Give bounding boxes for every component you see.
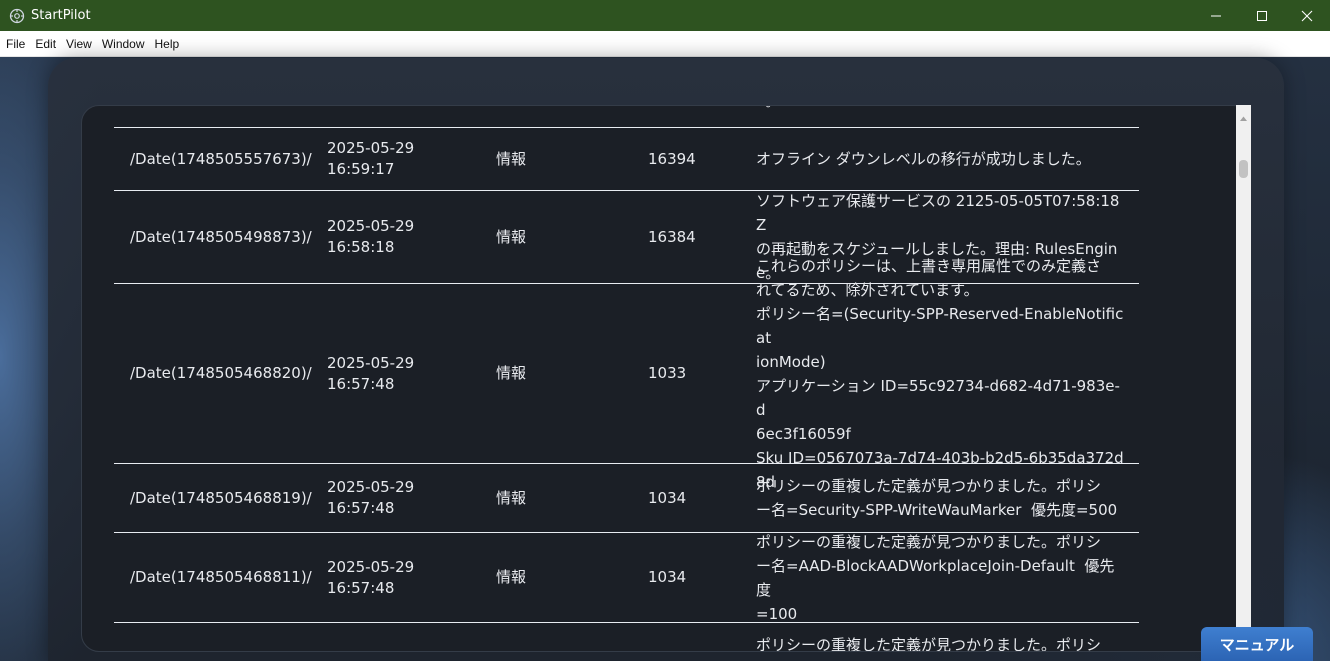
window-title: StartPilot [31,8,91,23]
maximize-button[interactable] [1239,0,1285,31]
date-cell: /Date(1748505498873)/ [130,227,312,246]
event-id-cell: 1034 [648,488,687,507]
menu-help[interactable]: Help [149,37,184,51]
level-cell: 情報 [496,149,527,168]
table-row[interactable]: ポリシーの重複した定義が見つかりました。ポリシ [114,623,1139,652]
message-cell: これらのポリシーは、上書き専用属性でのみ定義さ れてるため、除外されています。 … [756,256,1124,491]
message-cell: ポリシーの重複した定義が見つかりました。ポリシ ー名=AAD-BlockAADW… [756,532,1115,623]
gear-icon [9,8,25,24]
message-cell: ポリシーの重複した定義が見つかりました。ポリシ [756,636,1102,652]
level-cell: 情報 [496,227,527,246]
time-cell: 2025-05-29 16:57:48 [327,353,415,393]
event-log-container: e。 /Date(1748505557673)/ 2025-05-29 16:5… [81,105,1251,652]
date-cell: /Date(1748505557673)/ [130,149,312,168]
manual-button[interactable]: マニュアル [1201,627,1313,661]
time-cell: 2025-05-29 16:57:48 [327,478,415,517]
date-cell: /Date(1748505468811)/ [130,568,312,586]
level-cell: 情報 [496,488,527,507]
event-id-cell: 16394 [648,149,696,168]
minimize-button[interactable] [1193,0,1239,31]
time-cell: 2025-05-29 16:58:18 [327,217,415,256]
menu-bar: File Edit View Window Help [0,31,1330,57]
message-cell: e。 [756,106,1128,127]
table-row[interactable]: /Date(1748505468811)/ 2025-05-29 16:57:4… [114,533,1139,623]
menu-window[interactable]: Window [96,37,149,51]
date-cell: /Date(1748505468819)/ [130,488,312,507]
table-row: e。 [114,106,1139,128]
event-id-cell: 1033 [648,364,687,382]
vertical-scrollbar[interactable] [1236,105,1251,661]
message-cell: オフライン ダウンレベルの移行が成功しました。 [756,150,1091,168]
close-button[interactable] [1284,0,1330,31]
scrollbar-thumb[interactable] [1239,160,1248,178]
scroll-up-icon[interactable] [1239,108,1248,121]
level-cell: 情報 [496,364,527,382]
menu-edit[interactable]: Edit [29,37,60,51]
message-cell: ポリシーの重複した定義が見つかりました。ポリシ ー名=Security-SPP-… [756,477,1118,519]
menu-view[interactable]: View [60,37,96,51]
menu-file[interactable]: File [0,37,29,51]
date-cell: /Date(1748505468820)/ [130,364,312,382]
table-row[interactable]: /Date(1748505468820)/ 2025-05-29 16:57:4… [114,256,1139,491]
event-id-cell: 1034 [648,568,687,586]
title-bar: StartPilot [0,0,1330,31]
event-id-cell: 16384 [648,227,696,246]
time-cell: 2025-05-29 16:59:17 [327,139,415,178]
table-row[interactable]: /Date(1748505468819)/ 2025-05-29 16:57:4… [114,464,1139,533]
time-cell: 2025-05-29 16:57:48 [327,557,415,597]
table-row[interactable]: /Date(1748505557673)/ 2025-05-29 16:59:1… [114,128,1139,191]
level-cell: 情報 [496,568,527,586]
event-log-table[interactable]: e。 /Date(1748505557673)/ 2025-05-29 16:5… [114,106,1172,652]
